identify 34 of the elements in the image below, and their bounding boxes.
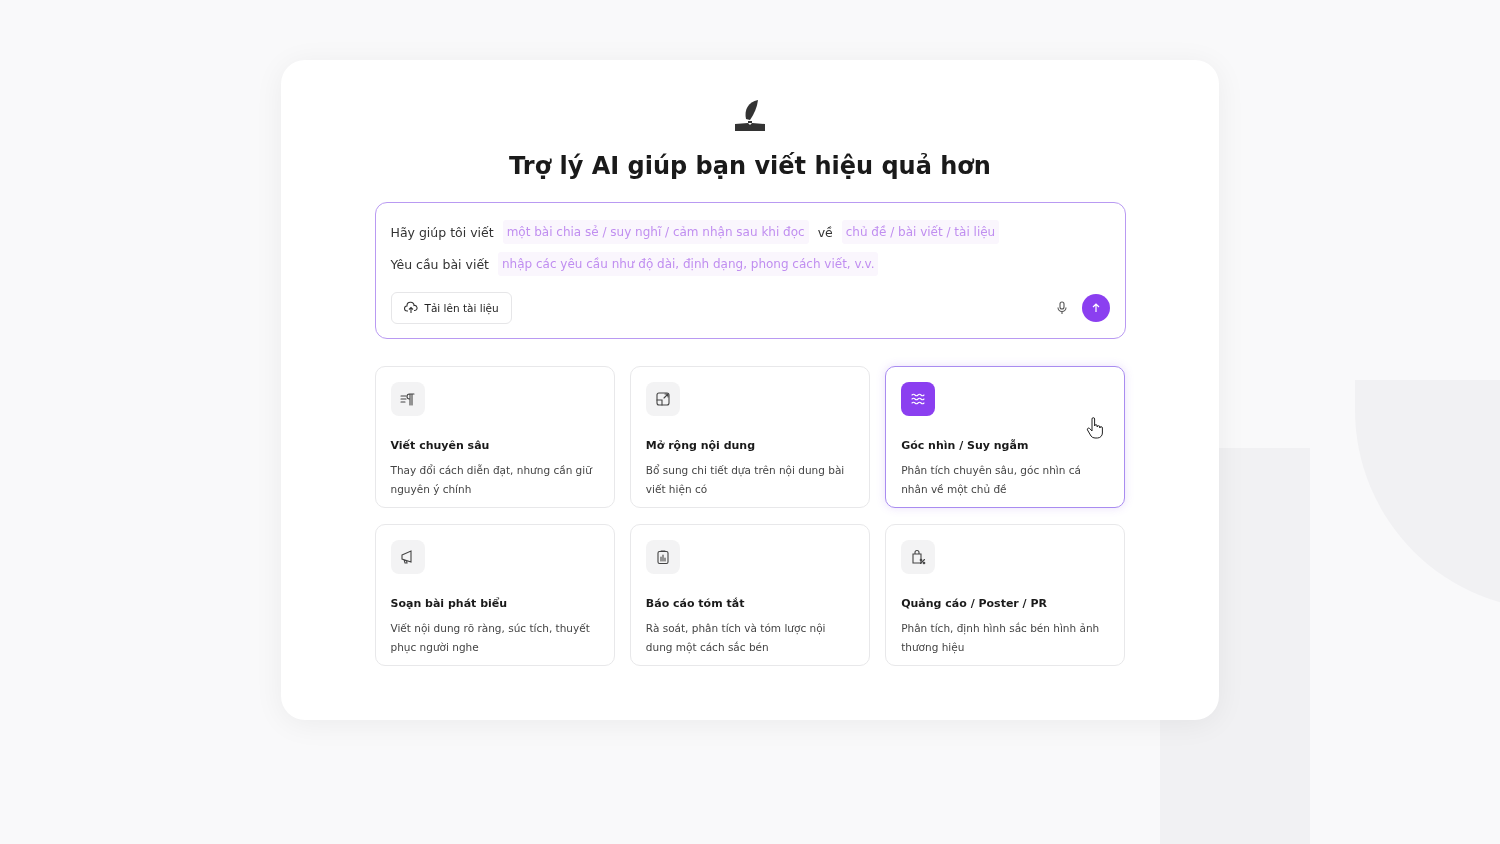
option-card[interactable]: Soạn bài phát biểu Viết nội dung rõ ràng, súc tích, thuyết phục người nghe — [374, 524, 615, 666]
megaphone-icon — [390, 540, 425, 574]
card-title: Mở rộng nội dung — [645, 439, 757, 452]
paragraph-icon — [390, 382, 425, 416]
card-description: Viết nội dung rõ ràng, súc tích, thuyết phục người nghe — [390, 621, 591, 655]
prompt-label: về — [817, 224, 833, 240]
card-title: Báo cáo tóm tắt — [645, 597, 746, 610]
expand-icon — [645, 382, 680, 416]
option-card[interactable]: Góc nhìn / Suy ngẫm Phân tích chuyên sâu, góc nhìn cá nhân về một chủ đề — [885, 366, 1126, 508]
upload-cloud-icon — [403, 301, 418, 315]
prompt-label: Yêu cầu bài viết — [390, 256, 489, 272]
shopping-bag-icon — [901, 540, 936, 574]
quill-book-icon — [732, 98, 768, 134]
card-description: Bổ sung chi tiết dựa trên nội dung bài viết hiện có — [645, 463, 846, 498]
card-title: Viết chuyên sâu — [390, 439, 491, 452]
card-title: Quảng cáo / Poster / PR — [901, 597, 1048, 610]
card-description: Rà soát, phân tích và tóm lược nội dung một cách sắc bén — [645, 621, 827, 656]
option-card[interactable]: Viết chuyên sâu Thay đổi cách diễn đạt, nhưng cần giữ nguyên ý chính — [374, 366, 615, 508]
option-card[interactable]: Quảng cáo / Poster / PR Phân tích, định hình sắc bén hình ảnh thương hiệu — [885, 524, 1126, 666]
prompt-label: Hãy giúp tôi viết — [390, 224, 494, 240]
waves-icon — [901, 382, 936, 416]
card-description: Phân tích chuyên sâu, góc nhìn cá nhân về một chủ đề — [901, 463, 1082, 498]
card-title: Soạn bài phát biểu — [390, 597, 509, 610]
card-description: Phân tích, định hình sắc bén hình ảnh thương hiệu — [901, 621, 1101, 656]
option-card[interactable]: Mở rộng nội dung Bổ sung chi tiết dựa trên nội dung bài viết hiện có — [629, 366, 871, 508]
hand-cursor-icon — [1086, 417, 1105, 439]
clipboard-chart-icon — [645, 540, 680, 574]
microphone-icon[interactable] — [1055, 301, 1068, 315]
card-title: Góc nhìn / Suy ngẫm — [901, 439, 1030, 452]
send-button[interactable] — [1081, 294, 1110, 322]
upload-button[interactable]: Tải lên tài liệu — [390, 292, 512, 324]
page-title: Trợ lý AI giúp bạn viết hiệu quả hơn — [509, 152, 991, 180]
option-card[interactable]: Báo cáo tóm tắt Rà soát, phân tích và tóm lược nội dung một cách sắc bén — [629, 524, 871, 666]
card-description: Thay đổi cách diễn đạt, nhưng cần giữ nguyên ý chính — [390, 463, 594, 497]
